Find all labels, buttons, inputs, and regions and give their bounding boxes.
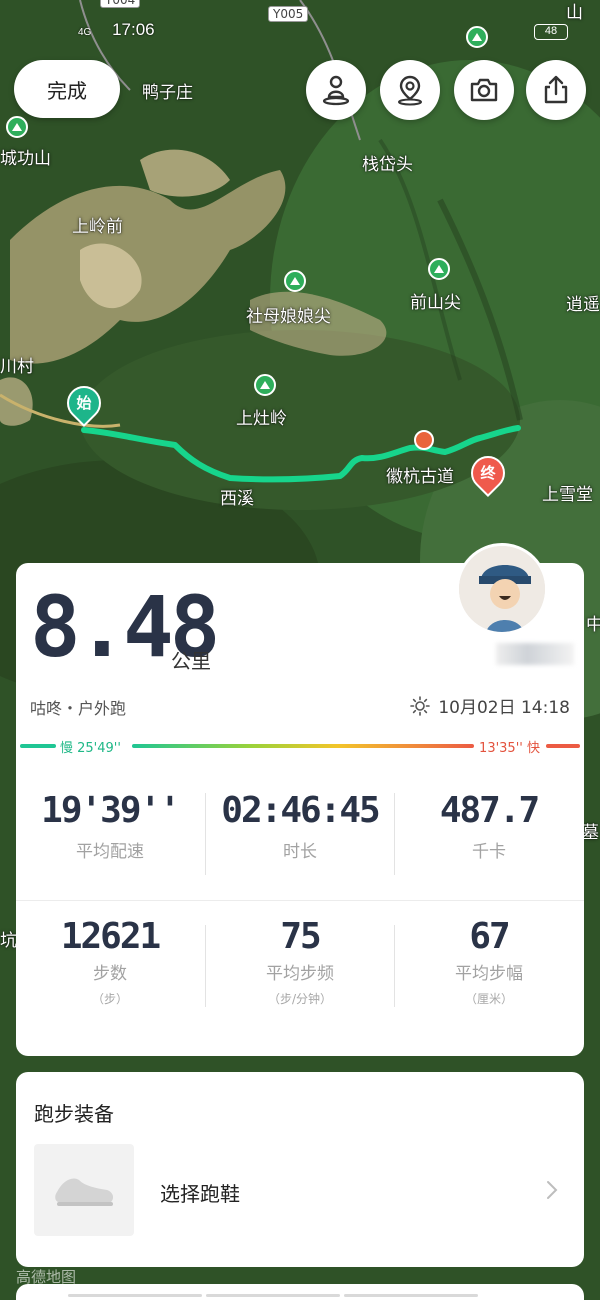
metric-value: 67 — [469, 916, 510, 957]
road-tag-y004: Y004 — [100, 0, 141, 8]
avatar[interactable] — [456, 543, 548, 635]
map-label: 栈岱头 — [362, 155, 413, 175]
location-pin-icon — [398, 75, 422, 106]
metric-unit: （厘米） — [464, 992, 513, 1006]
running-gear-card: 跑步装备 选择跑鞋 — [16, 1072, 584, 1267]
metric-avg-pace: 19'39'' 平均配速 — [16, 790, 204, 863]
map-label: 上岭前 — [72, 217, 123, 237]
location-button[interactable] — [380, 60, 440, 120]
mountain-peak-icon — [284, 270, 306, 292]
pace-range-bar: 慢 25'49'' 13'35'' 快 — [20, 737, 580, 756]
metric-unit: （步） — [91, 992, 128, 1006]
map-label: 鸭子庄 — [142, 83, 193, 103]
metric-value: 75 — [280, 916, 321, 957]
map-label: 墓 — [582, 823, 599, 843]
mountain-peak-icon — [466, 26, 488, 48]
distance-unit: 公里 — [171, 649, 211, 673]
network-indicator: 4G — [78, 27, 92, 38]
pace-gradient-bar — [132, 744, 474, 748]
bottom-card-peek — [16, 1284, 584, 1300]
username-blurred — [496, 643, 574, 665]
share-button[interactable] — [526, 60, 586, 120]
map-label: 上雪堂 — [542, 485, 593, 505]
map-label: 逍遥 — [566, 295, 600, 315]
avatar-illustration — [459, 546, 545, 632]
pace-bar-right-segment — [546, 744, 580, 748]
divider — [68, 1294, 202, 1297]
map-label: 山 — [566, 3, 583, 23]
map-label: 西溪 — [220, 489, 254, 509]
camera-icon — [470, 78, 498, 102]
metric-value: 487.7 — [439, 790, 540, 831]
done-button[interactable]: 完成 — [14, 60, 120, 118]
sun-icon — [410, 695, 431, 716]
metric-cadence: 75 平均步频 （步/分钟） — [206, 919, 394, 1007]
metric-label: 平均步频 — [266, 964, 334, 984]
battery-icon: 48 — [534, 24, 568, 40]
person-pin-button[interactable] — [306, 60, 366, 120]
status-bar: 4G 17:06 — [78, 20, 155, 40]
map-label: 城功山 — [0, 149, 51, 169]
metric-label: 千卡 — [472, 842, 506, 862]
camera-button[interactable] — [454, 60, 514, 120]
share-icon — [544, 75, 568, 104]
person-pin-icon — [322, 75, 350, 106]
metric-value: 12621 — [60, 916, 161, 957]
metric-label: 步数 — [93, 964, 127, 984]
datetime-text: 10月02日 14:18 — [438, 698, 570, 718]
map-label: 川村 — [0, 357, 34, 377]
pace-bar-left-segment — [20, 744, 56, 748]
gear-title: 跑步装备 — [34, 1102, 114, 1126]
metric-label: 平均步幅 — [455, 964, 523, 984]
end-pin-label: 终 — [480, 464, 496, 482]
metric-calories: 487.7 千卡 — [395, 790, 583, 863]
metric-value: 02:46:45 — [221, 790, 380, 831]
map-label: 社母娘娘尖 — [246, 307, 331, 327]
run-datetime: 10月02日 14:18 — [410, 693, 570, 718]
run-summary-card: 8.48 公里 咕咚・户外跑 10月02日 14:18 慢 25'49'' 13… — [16, 543, 584, 1056]
metric-steps: 12621 步数 （步） — [16, 919, 204, 1007]
map-label: 徽杭古道 — [386, 467, 454, 487]
pace-slow-label: 慢 25'49'' — [60, 741, 121, 756]
map-label: 坑 — [0, 931, 17, 951]
app-activity-type: 咕咚・户外跑 — [30, 699, 127, 718]
metric-value: 19'39'' — [41, 790, 181, 831]
divider — [16, 900, 584, 901]
map-label: 上灶岭 — [236, 409, 287, 429]
select-shoe-button[interactable]: 选择跑鞋 — [160, 1178, 240, 1207]
metric-stride: 67 平均步幅 （厘米） — [395, 919, 583, 1007]
metric-duration: 02:46:45 时长 — [206, 790, 394, 863]
sneaker-icon — [55, 1178, 114, 1206]
metric-unit: （步/分钟） — [267, 992, 333, 1006]
shoe-thumbnail[interactable] — [34, 1144, 134, 1236]
map-label: 中 — [586, 615, 600, 635]
map-label: 前山尖 — [410, 293, 461, 313]
mountain-peak-icon — [254, 374, 276, 396]
pace-fast-label: 13'35'' 快 — [479, 741, 540, 756]
road-tag-y005: Y005 — [268, 6, 309, 22]
start-pin-label: 始 — [76, 394, 92, 412]
divider — [344, 1294, 478, 1297]
poi-icon — [414, 430, 434, 450]
metric-label: 时长 — [283, 842, 317, 862]
metric-label: 平均配速 — [76, 842, 144, 862]
mountain-peak-icon — [6, 116, 28, 138]
status-time: 17:06 — [112, 20, 155, 39]
chevron-right-icon[interactable] — [546, 1180, 558, 1200]
divider — [206, 1294, 340, 1297]
mountain-peak-icon — [428, 258, 450, 280]
